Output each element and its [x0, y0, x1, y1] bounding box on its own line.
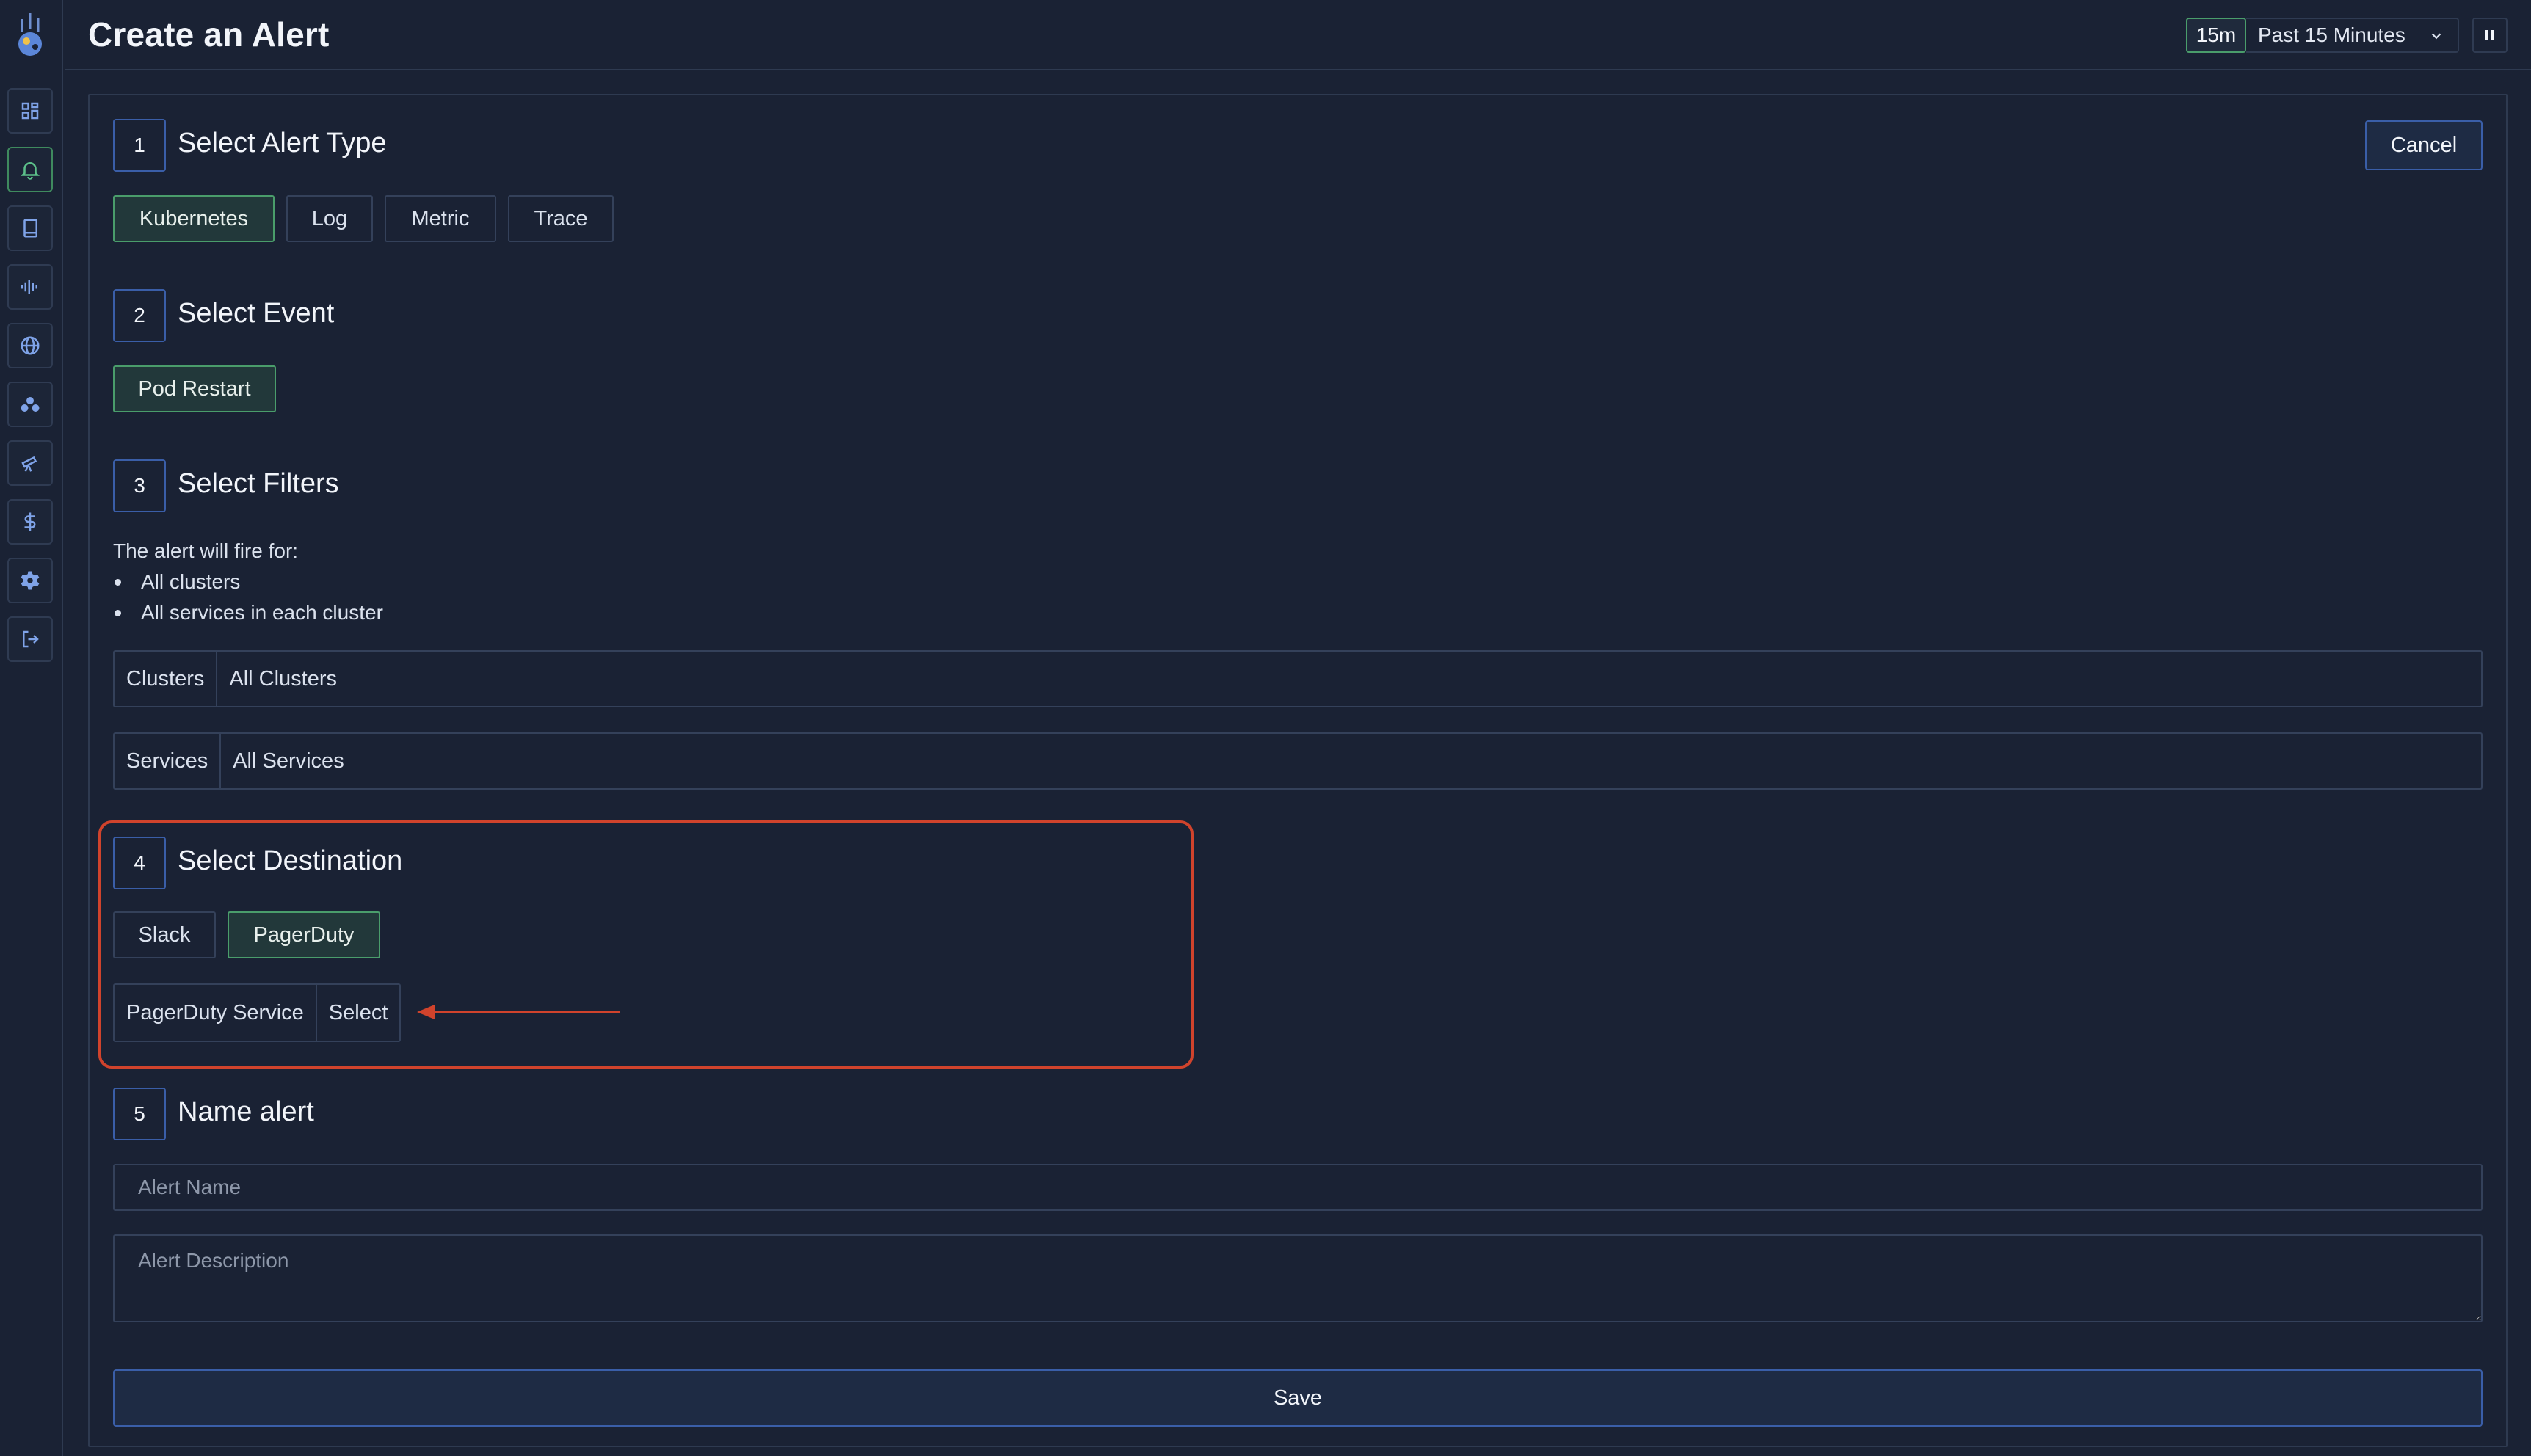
sidebar-item-network[interactable]: [7, 323, 53, 368]
destination-pagerduty[interactable]: PagerDuty: [228, 911, 380, 958]
step-number: 5: [113, 1088, 166, 1140]
cluster-icon: [21, 397, 40, 412]
sidebar-item-waveform[interactable]: [7, 264, 53, 310]
step-title: Select Filters: [178, 468, 339, 499]
page-title: Create an Alert: [88, 15, 330, 54]
clusters-filter-label: Clusters: [115, 652, 218, 706]
time-range-dropdown[interactable]: Past 15 Minutes: [2246, 18, 2459, 53]
pagerduty-service-label: PagerDuty Service: [115, 985, 317, 1041]
filter-description-text: The alert will fire for:: [113, 539, 299, 562]
filter-description: The alert will fire for: All clusters Al…: [113, 536, 383, 628]
step-title: Select Event: [178, 298, 335, 329]
sidebar-item-settings[interactable]: [7, 558, 53, 603]
sidebar: [0, 0, 63, 1456]
sidebar-item-billing[interactable]: [7, 499, 53, 545]
pagerduty-service-select[interactable]: Select: [317, 985, 400, 1041]
time-badge[interactable]: 15m: [2186, 18, 2246, 53]
sidebar-item-docs[interactable]: [7, 205, 53, 251]
step-number: 3: [113, 459, 166, 512]
dashboard-icon: [21, 102, 39, 120]
pagerduty-service-field: PagerDuty Service Select: [113, 983, 402, 1042]
sidebar-item-clusters[interactable]: [7, 382, 53, 427]
list-item: All services in each cluster: [113, 597, 383, 628]
step-title: Select Destination: [178, 845, 403, 876]
chevron-down-icon: [2431, 33, 2441, 40]
gear-icon: [21, 571, 40, 590]
alert-description-input[interactable]: [113, 1234, 2483, 1322]
step-title: Name alert: [178, 1096, 314, 1127]
header: Create an Alert: [65, 0, 2531, 70]
alert-type-trace[interactable]: Trace: [508, 195, 614, 242]
save-button[interactable]: Save: [113, 1369, 2483, 1427]
sidebar-item-observe[interactable]: [7, 440, 53, 486]
cancel-button[interactable]: Cancel: [2365, 120, 2483, 170]
book-icon: [23, 219, 37, 238]
destination-slack[interactable]: Slack: [113, 911, 216, 958]
step-number: 1: [113, 119, 166, 172]
bell-icon: [20, 162, 40, 180]
services-filter[interactable]: Services All Services: [113, 732, 2483, 790]
alert-type-metric[interactable]: Metric: [385, 195, 496, 242]
services-filter-label: Services: [115, 734, 222, 788]
clusters-filter-value[interactable]: All Clusters: [217, 652, 349, 706]
time-range-label: Past 15 Minutes: [2258, 23, 2405, 46]
waveform-icon: [21, 280, 37, 294]
step-number: 4: [113, 837, 166, 889]
event-pod-restart[interactable]: Pod Restart: [113, 365, 276, 412]
list-item: All clusters: [113, 567, 383, 597]
sidebar-item-logout[interactable]: [7, 616, 53, 662]
pause-icon: [2485, 30, 2494, 40]
telescope-icon: [21, 456, 37, 472]
app-logo[interactable]: [13, 10, 47, 59]
alert-name-input[interactable]: [113, 1164, 2483, 1211]
sidebar-item-alerts[interactable]: [7, 147, 53, 192]
clusters-filter[interactable]: Clusters All Clusters: [113, 650, 2483, 707]
dollar-icon: [24, 512, 36, 531]
arrow-annotation-icon: [417, 1005, 620, 1019]
alert-type-kubernetes[interactable]: Kubernetes: [113, 195, 275, 242]
sidebar-item-dashboard[interactable]: [7, 88, 53, 134]
pause-button[interactable]: [2472, 18, 2508, 53]
step-number: 2: [113, 289, 166, 342]
services-filter-value[interactable]: All Services: [221, 734, 356, 788]
alert-type-log[interactable]: Log: [286, 195, 373, 242]
globe-icon: [21, 336, 40, 355]
logout-icon: [23, 630, 39, 648]
step-title: Select Alert Type: [178, 128, 387, 159]
